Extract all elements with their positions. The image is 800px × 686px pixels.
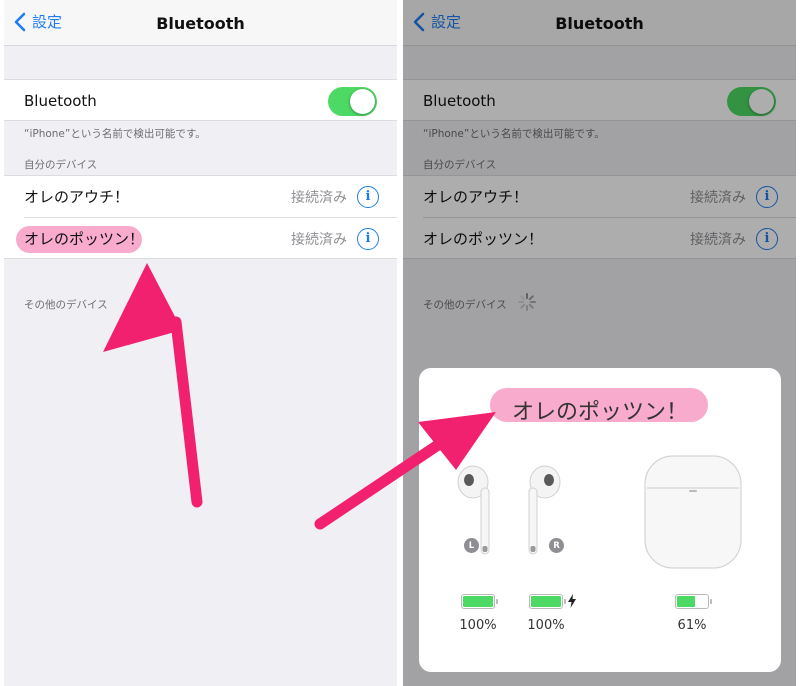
charging-bolt-icon [568, 594, 576, 608]
info-icon[interactable]: i [357, 185, 379, 208]
toggle-knob [749, 89, 774, 114]
device-row[interactable]: オレのアウチ！ 接続済み i [403, 176, 796, 217]
airpods-popup-card[interactable]: オレのポッツン！ L R 100% 100% 61% [419, 368, 781, 672]
discoverable-note: “iPhone”という名前で検出可能です。 [24, 128, 206, 140]
nav-bar: 設定 Bluetooth [4, 0, 397, 46]
my-devices-list: オレのアウチ！ 接続済み i オレのポッツン！ 接続済み i [403, 175, 796, 259]
other-devices-header: その他のデバイス [24, 299, 108, 311]
right-badge: R [549, 538, 564, 553]
page-title: Bluetooth [555, 14, 644, 33]
bluetooth-toggle-group: Bluetooth [403, 79, 796, 121]
device-name: オレのアウチ！ [423, 188, 529, 206]
bluetooth-toggle-group: Bluetooth [4, 79, 397, 121]
info-icon[interactable]: i [756, 185, 778, 208]
my-devices-list: オレのアウチ！ 接続済み i オレのポッツン！ 接続済み i [4, 175, 397, 259]
device-row[interactable]: オレのポッツン！ 接続済み i [4, 218, 397, 259]
device-status: 接続済み [690, 189, 746, 206]
nav-bar: 設定 Bluetooth [403, 0, 796, 46]
device-name: オレのアウチ！ [24, 188, 130, 206]
charging-case-icon [644, 455, 742, 569]
page-title: Bluetooth [156, 14, 245, 33]
device-name: オレのポッツン！ [24, 230, 145, 248]
left-settings-screen: 設定 Bluetooth Bluetooth “iPhone”という名前で検出可… [4, 0, 397, 686]
left-battery-icon [461, 594, 498, 609]
right-battery-icon [529, 594, 566, 609]
right-settings-screen: 設定 Bluetooth Bluetooth “iPhone”という名前で検出可… [403, 0, 796, 686]
info-icon[interactable]: i [756, 227, 778, 250]
other-devices-header: その他のデバイス [423, 299, 507, 311]
right-battery-percent: 100% [527, 618, 565, 633]
discoverable-note: “iPhone”という名前で検出可能です。 [423, 128, 605, 140]
info-icon[interactable]: i [357, 227, 379, 250]
device-status: 接続済み [690, 231, 746, 248]
device-status: 接続済み [291, 189, 347, 206]
device-status: 接続済み [291, 231, 347, 248]
my-devices-header: 自分のデバイス [24, 159, 98, 171]
case-battery-icon [675, 594, 712, 609]
popup-title: オレのポッツン！ [511, 400, 688, 425]
toggle-knob [350, 89, 375, 114]
bluetooth-label: Bluetooth [24, 91, 97, 110]
device-name: オレのポッツン！ [423, 230, 544, 248]
loading-spinner-icon [518, 293, 536, 311]
left-battery-percent: 100% [459, 618, 497, 633]
device-row[interactable]: オレのアウチ！ 接続済み i [4, 176, 397, 217]
device-row[interactable]: オレのポッツン！ 接続済み i [403, 218, 796, 259]
bluetooth-label: Bluetooth [423, 91, 496, 110]
my-devices-header: 自分のデバイス [423, 159, 497, 171]
case-battery-percent: 61% [677, 618, 707, 633]
bluetooth-toggle[interactable] [328, 87, 377, 116]
bluetooth-toggle[interactable] [727, 87, 776, 116]
left-badge: L [464, 538, 479, 553]
